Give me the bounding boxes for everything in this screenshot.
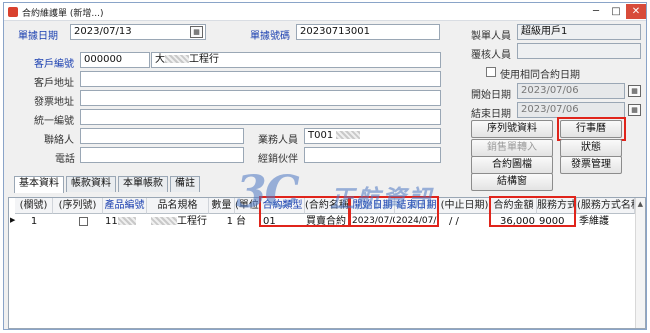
vertical-scrollbar[interactable]: ▲ xyxy=(635,198,645,328)
amount-service-highlight xyxy=(489,196,576,227)
customer-address-label: 客戶地址 xyxy=(34,78,74,89)
col-header-line-no[interactable]: (欄號) xyxy=(15,198,53,214)
redacted-mask xyxy=(117,217,136,225)
col-header-product-name[interactable]: 品名規格 xyxy=(147,198,209,214)
sales-code: T001 xyxy=(308,130,334,141)
redacted-mask xyxy=(151,217,177,225)
serial-data-button[interactable]: 序列號資料 xyxy=(471,120,553,138)
start-date-label: 開始日期 xyxy=(471,90,511,101)
sales-field[interactable]: T001 xyxy=(304,128,441,144)
cell-service-name[interactable]: 季維護 xyxy=(579,215,635,229)
invoice-management-button[interactable]: 發票管理 xyxy=(560,156,622,174)
same-date-label: 使用相同合約日期 xyxy=(500,70,580,81)
maker-field: 超級用戶1 xyxy=(517,24,641,40)
title-bar: 合約維護單 (新增...) ─ □ ✕ xyxy=(4,3,646,21)
doc-date-field[interactable]: 2023/07/13 xyxy=(70,24,206,40)
col-header-qty[interactable]: 數量 xyxy=(209,198,235,214)
same-date-checkbox[interactable] xyxy=(486,67,496,77)
col-header-service-name[interactable]: (服務方式名稱) xyxy=(577,198,635,214)
col-header-stop-date[interactable]: (中止日期) xyxy=(439,198,491,214)
tax-id-field[interactable] xyxy=(80,109,441,125)
cell-product-code[interactable]: 11 xyxy=(105,215,147,229)
contract-window: 合約維護單 (新增...) ─ □ ✕ 單據日期 2023/07/13 ▦ 單據… xyxy=(3,2,647,330)
manager-label: 經銷伙伴 xyxy=(258,154,298,165)
product-code-text: 11 xyxy=(105,216,118,227)
close-window-button[interactable]: 結構窗 xyxy=(471,173,553,191)
contract-type-highlight xyxy=(259,196,350,227)
manager-field[interactable] xyxy=(304,147,441,163)
calendar-button-highlight xyxy=(557,117,626,141)
sales-import-button[interactable]: 銷售單轉入 xyxy=(471,139,553,157)
contact-field[interactable] xyxy=(80,128,244,144)
scroll-up-icon[interactable]: ▲ xyxy=(638,200,643,208)
redacted-mask xyxy=(336,131,361,139)
end-date-field[interactable]: 2023/07/06 xyxy=(517,102,625,118)
close-icon[interactable]: ✕ xyxy=(626,4,646,19)
cell-unit[interactable]: 台 xyxy=(236,215,261,229)
col-header-product-code[interactable]: 產品編號 xyxy=(103,198,147,214)
contact-label: 聯絡人 xyxy=(44,135,74,146)
tab-accounts[interactable]: 帳款資料 xyxy=(66,176,116,192)
col-header-serial[interactable]: (序列號) xyxy=(53,198,103,214)
doc-no-label: 單據號碼 xyxy=(250,31,290,42)
start-date-field[interactable]: 2023/07/06 xyxy=(517,83,625,99)
tax-id-label: 統一編號 xyxy=(34,116,74,127)
app-icon xyxy=(8,7,18,17)
tab-notes[interactable]: 備註 xyxy=(170,176,200,192)
customer-code-field[interactable]: 000000 xyxy=(80,52,150,68)
cell-line-no[interactable]: 1 xyxy=(15,215,53,229)
window-title: 合約維護單 (新增...) xyxy=(22,9,104,19)
serial-checkbox[interactable] xyxy=(79,217,88,226)
product-name-suffix: 工程行 xyxy=(177,216,207,227)
customer-address-field[interactable] xyxy=(80,71,441,87)
cell-qty[interactable]: 1 xyxy=(209,215,235,229)
tab-order-accounts[interactable]: 本單帳款 xyxy=(118,176,168,192)
calendar-icon[interactable]: ▦ xyxy=(190,26,203,38)
doc-date-label: 單據日期 xyxy=(18,31,58,42)
doc-no-field[interactable]: 20230713001 xyxy=(296,24,440,40)
invoice-address-label: 發票地址 xyxy=(34,97,74,108)
sales-label: 業務人員 xyxy=(258,135,298,146)
customer-name-prefix: 大 xyxy=(155,54,165,65)
cell-stop-date[interactable]: / / xyxy=(449,215,489,229)
end-date-label: 結束日期 xyxy=(471,109,511,120)
customer-name-field: 大 工程行 xyxy=(151,52,441,68)
customer-code-label: 客戶編號 xyxy=(34,59,74,70)
reviewer-field xyxy=(517,43,641,59)
tab-basic[interactable]: 基本資料 xyxy=(14,176,64,193)
date-range-highlight xyxy=(349,196,439,227)
status-button[interactable]: 狀態 xyxy=(560,139,622,157)
minimize-button[interactable]: ─ xyxy=(586,4,606,19)
phone-label: 電話 xyxy=(55,154,75,165)
calendar-icon[interactable]: ▦ xyxy=(628,85,641,97)
phone-field[interactable] xyxy=(80,147,244,163)
contract-file-button[interactable]: 合約圖檔 xyxy=(471,156,553,174)
calendar-icon[interactable]: ▦ xyxy=(628,104,641,116)
col-header-unit[interactable]: (單位) xyxy=(235,198,261,214)
invoice-address-field[interactable] xyxy=(80,90,441,106)
maximize-button[interactable]: □ xyxy=(606,4,626,19)
redacted-mask xyxy=(165,55,189,63)
customer-name-suffix: 工程行 xyxy=(189,54,219,65)
maker-label: 製單人員 xyxy=(471,31,511,42)
cell-product-name[interactable]: 工程行 xyxy=(147,215,209,229)
reviewer-label: 覆核人員 xyxy=(471,50,511,61)
